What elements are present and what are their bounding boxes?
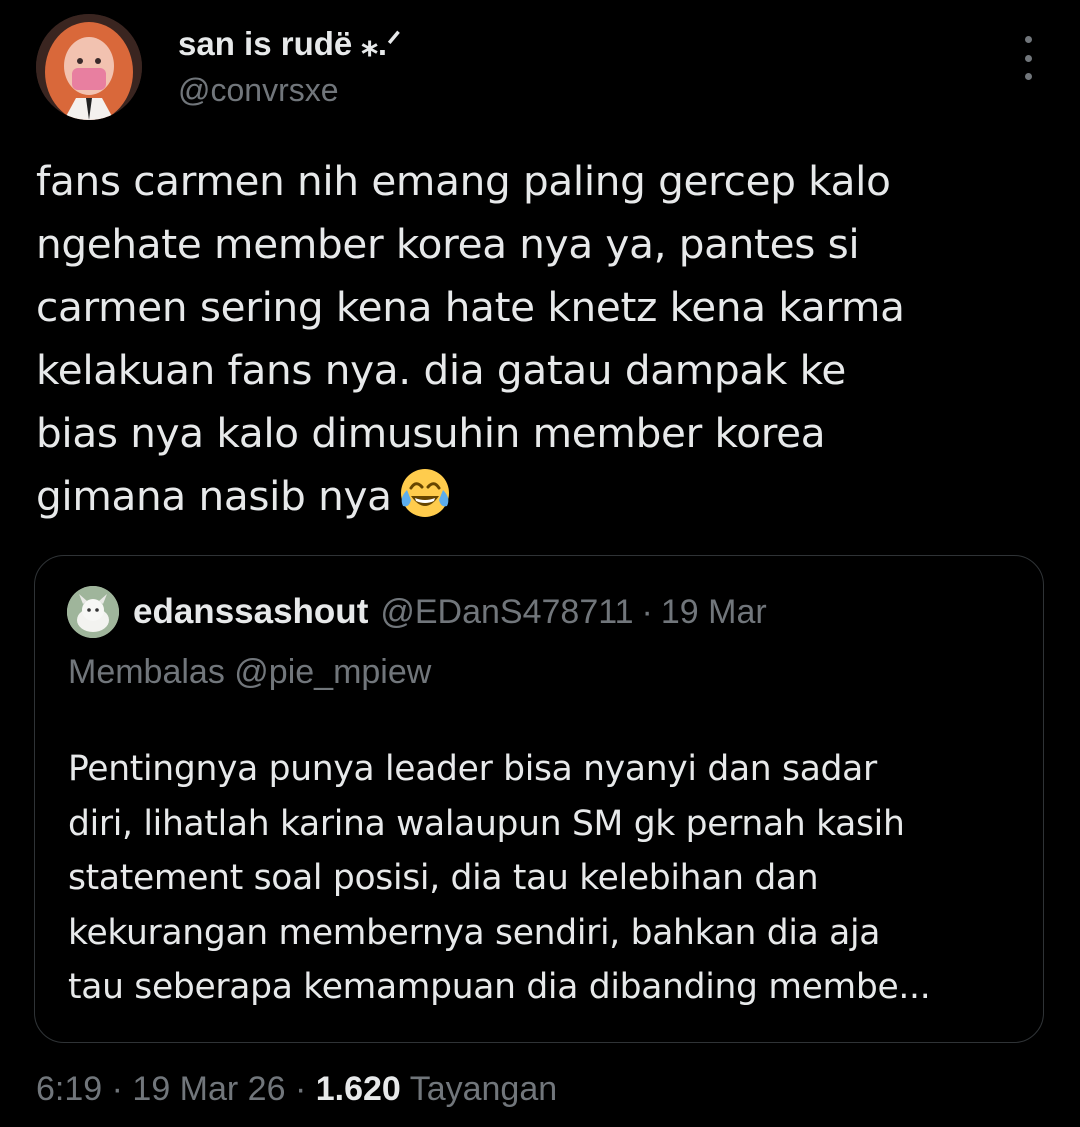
author-handle[interactable]: @convrsxe <box>178 70 401 110</box>
tweet-body: fans carmen nih emang paling gercep kalo… <box>36 150 1036 528</box>
author-display-name[interactable]: san is rudë ⁎.ᐟ <box>178 24 401 64</box>
quoted-separator: · <box>641 592 653 631</box>
quoted-tweet-date[interactable]: 19 Mar <box>661 593 767 632</box>
tweet-text: fans carmen nih emang paling gercep kalo… <box>36 157 905 520</box>
tweet-header: san is rudë ⁎.ᐟ @convrsxe <box>36 14 1046 122</box>
views-count: 1.620 <box>315 1070 401 1108</box>
more-options-icon[interactable] <box>1018 36 1038 80</box>
quoted-author-avatar[interactable] <box>67 586 119 638</box>
tweet-meta: 6:19 · 19 Mar 26 · 1.620 Tayangan <box>36 1070 557 1109</box>
tweet-date[interactable]: 19 Mar 26 <box>132 1070 285 1108</box>
quoted-tweet-text: Pentingnya punya leader bisa nyanyi dan … <box>68 749 931 1007</box>
face-with-tears-of-joy-icon <box>398 466 452 520</box>
tweet-time[interactable]: 6:19 <box>36 1070 102 1108</box>
meta-separator: · <box>111 1070 123 1108</box>
quoted-tweet-header: edanssashout @EDanS478711 · 19 Mar <box>67 586 767 638</box>
author-names: san is rudë ⁎.ᐟ @convrsxe <box>178 24 401 110</box>
quoted-author-handle[interactable]: @EDanS478711 <box>380 593 633 632</box>
quoted-author-display-name[interactable]: edanssashout <box>133 592 368 632</box>
reply-to-label: Membalas @pie_mpiew <box>68 653 432 691</box>
views-label: Tayangan <box>409 1070 558 1108</box>
quoted-tweet-card[interactable]: edanssashout @EDanS478711 · 19 Mar Memba… <box>34 555 1044 1043</box>
author-avatar[interactable] <box>36 14 142 120</box>
meta-separator: · <box>294 1070 307 1108</box>
